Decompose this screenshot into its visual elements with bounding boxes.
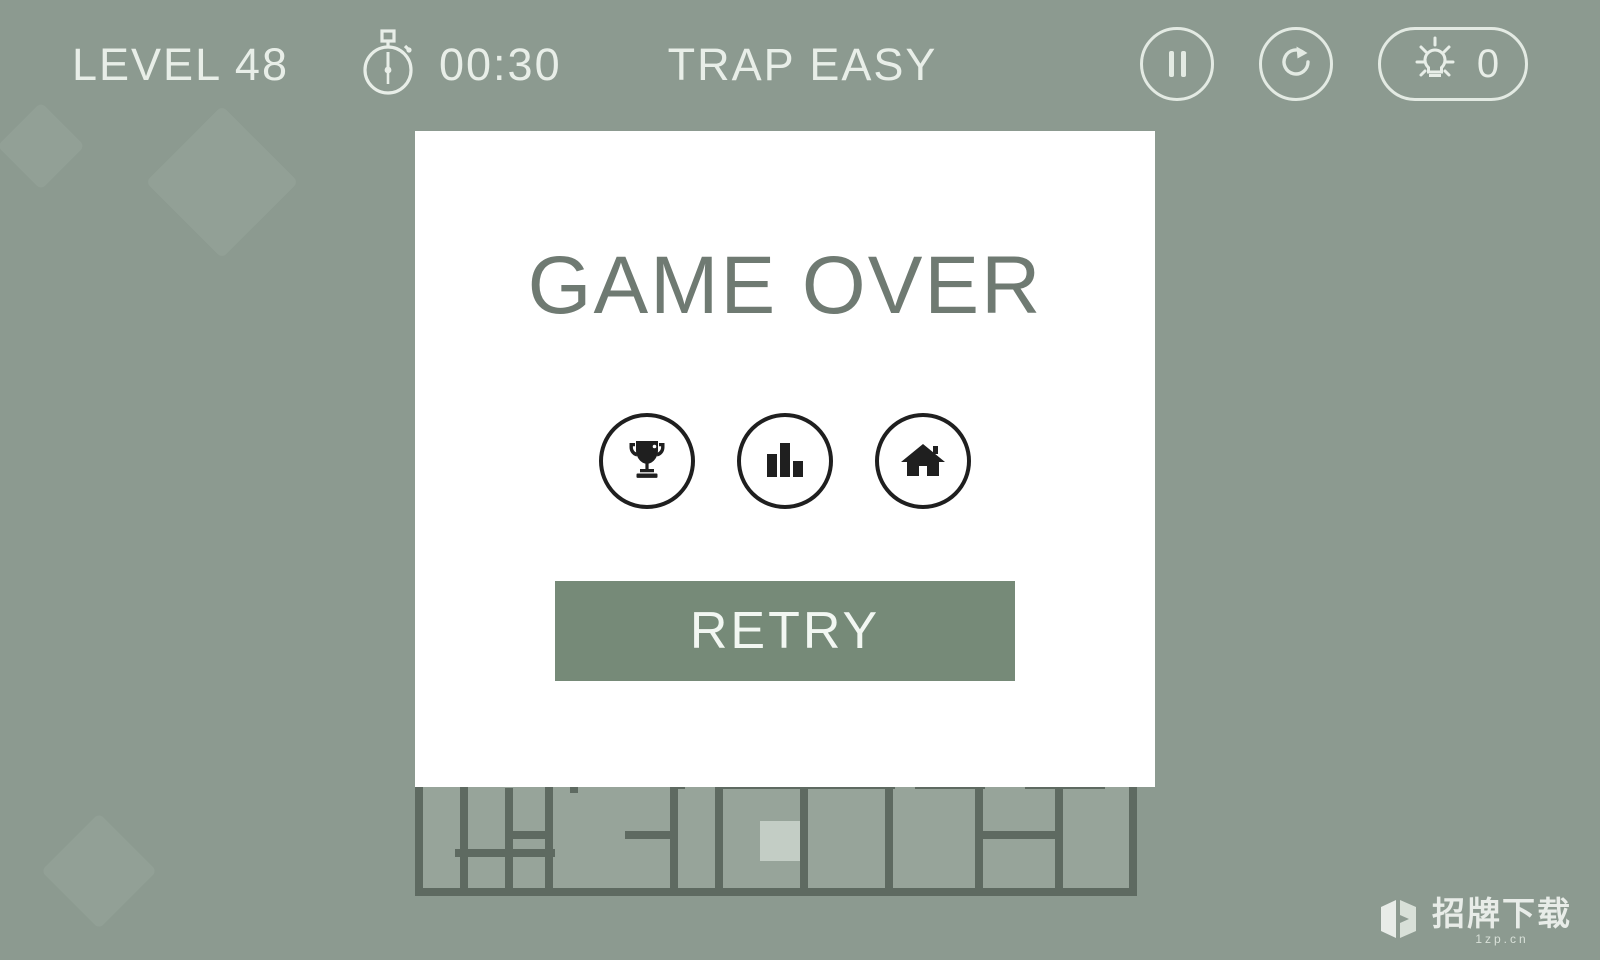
trophy-icon xyxy=(622,434,672,489)
hud-left-group: LEVEL 48 00:30 TRAP EASY xyxy=(72,26,937,103)
retry-button[interactable]: RETRY xyxy=(555,581,1015,681)
restart-icon xyxy=(1274,40,1318,89)
maze-wall xyxy=(505,788,513,896)
restart-button[interactable] xyxy=(1259,27,1333,101)
maze-wall xyxy=(670,786,678,896)
player-tile xyxy=(760,821,800,861)
game-over-dialog: GAME OVER RETRY xyxy=(415,131,1155,787)
pause-button[interactable] xyxy=(1140,27,1214,101)
watermark: 招牌下载 1zp.cn xyxy=(1378,894,1572,946)
watermark-title: 招牌下载 xyxy=(1432,894,1572,932)
hint-count: 0 xyxy=(1476,42,1500,86)
home-icon xyxy=(899,435,947,488)
maze-wall xyxy=(800,786,808,896)
watermark-subtitle: 1zp.cn xyxy=(1475,931,1529,946)
stopwatch-icon xyxy=(357,26,419,103)
hud-bar: LEVEL 48 00:30 TRAP EASY 0 xyxy=(0,0,1600,128)
game-screen: LEVEL 48 00:30 TRAP EASY 0 GAME OVER RET… xyxy=(0,0,1600,960)
decorative-diamond xyxy=(145,105,299,259)
maze-wall xyxy=(975,786,983,896)
timer-value: 00:30 xyxy=(438,38,562,90)
hud-right-group: 0 xyxy=(1140,27,1528,101)
achievements-button[interactable] xyxy=(599,413,695,509)
page-title: GAME OVER xyxy=(527,240,1043,331)
level-label: LEVEL 48 xyxy=(72,38,289,90)
maze-wall xyxy=(885,779,893,839)
maze-wall xyxy=(505,831,553,839)
pause-icon xyxy=(1168,51,1186,77)
watermark-text: 招牌下载 1zp.cn xyxy=(1432,894,1572,946)
maze-wall xyxy=(460,786,468,896)
decorative-diamond xyxy=(41,813,157,929)
lightbulb-icon xyxy=(1407,36,1463,93)
maze-wall xyxy=(715,788,723,896)
leaderboard-button[interactable] xyxy=(737,413,833,509)
maze-wall xyxy=(975,831,1057,839)
maze-wall xyxy=(1055,786,1063,896)
maze-wall xyxy=(415,888,1137,896)
home-button[interactable] xyxy=(875,413,971,509)
retry-button-label: RETRY xyxy=(689,602,881,660)
maze-wall xyxy=(455,849,555,857)
watermark-logo-icon xyxy=(1378,897,1420,946)
mode-label: TRAP EASY xyxy=(667,38,938,90)
maze-wall xyxy=(545,786,553,896)
hint-button[interactable]: 0 xyxy=(1378,27,1528,101)
dialog-icon-row xyxy=(599,413,971,509)
bar-chart-icon xyxy=(762,436,808,487)
maze-wall xyxy=(625,831,675,839)
